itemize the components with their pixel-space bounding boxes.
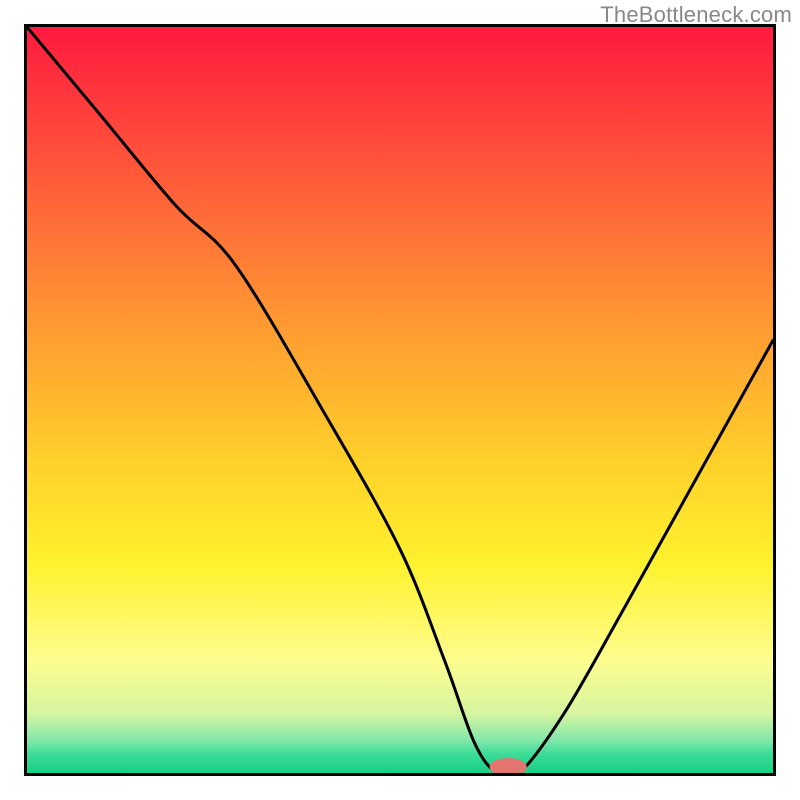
bottleneck-curve <box>27 27 773 773</box>
watermark-text: TheBottleneck.com <box>600 2 792 28</box>
minimum-marker-icon <box>490 758 527 773</box>
chart-frame <box>24 24 776 776</box>
curve-layer <box>27 27 773 773</box>
